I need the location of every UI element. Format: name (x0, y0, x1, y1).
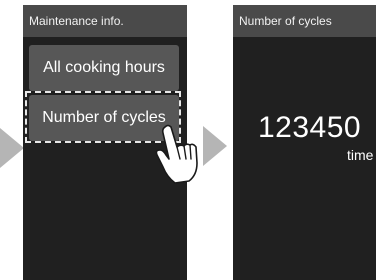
cycle-count-unit: time (347, 147, 374, 163)
pointing-hand-icon (155, 124, 198, 184)
screen-title: Number of cycles (233, 5, 376, 37)
cycle-count-value: 123450 (258, 111, 362, 144)
maintenance-info-screen: Maintenance info. All cooking hours Numb… (23, 5, 198, 280)
screen-title: Maintenance info. (23, 5, 187, 37)
chevron-right-arrow-icon (203, 126, 227, 166)
number-of-cycles-screen: Number of cycles 123450 time (233, 5, 376, 280)
chevron-right-arrow-icon (0, 128, 24, 168)
all-cooking-hours-button[interactable]: All cooking hours (29, 45, 179, 91)
